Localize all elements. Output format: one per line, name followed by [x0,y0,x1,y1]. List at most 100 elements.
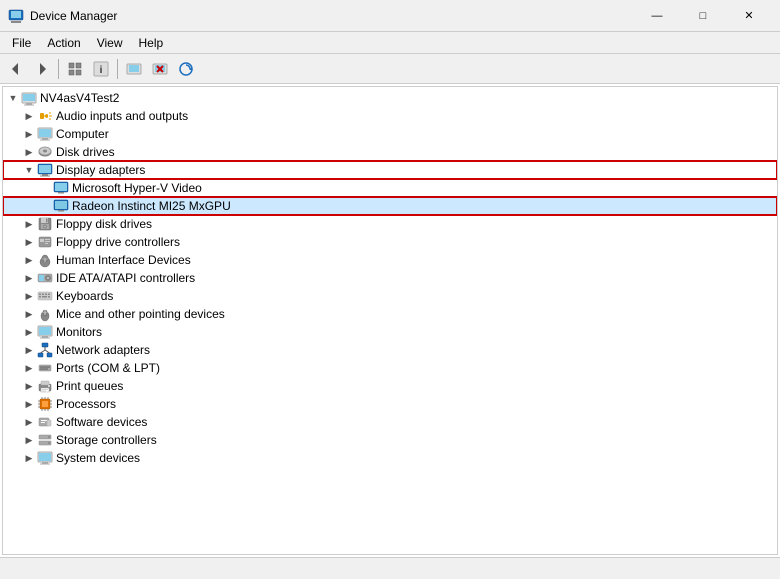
keyboards-label: Keyboards [56,289,113,303]
software-icon [37,414,53,430]
floppy-ctrl-expand-icon[interactable]: ▶ [21,234,37,250]
radeon-label: Radeon Instinct MI25 MxGPU [72,199,231,213]
display-expand-icon[interactable]: ▼ [21,162,37,178]
toolbar-separator-2 [117,59,118,79]
menu-action[interactable]: Action [39,34,88,52]
disk-expand-icon[interactable]: ▶ [21,144,37,160]
toolbar-forward-button[interactable] [30,57,54,81]
network-expand-icon[interactable]: ▶ [21,342,37,358]
tree-floppy-ctrl[interactable]: ▶ Floppy drive controllers [3,233,777,251]
tree-monitors[interactable]: ▶ Monitors [3,323,777,341]
disk-icon [37,144,53,160]
computer-expand-icon[interactable]: ▶ [21,126,37,142]
keyboards-expand-icon[interactable]: ▶ [21,288,37,304]
app-icon [8,8,24,24]
tree-root[interactable]: ▼ NV4asV4Test2 [3,89,777,107]
tree-display[interactable]: ▼ Display adapters [3,161,777,179]
menu-bar: File Action View Help [0,32,780,54]
software-expand-icon[interactable]: ▶ [21,414,37,430]
hyperv-icon [53,180,69,196]
computer-label: Computer [56,127,109,141]
storage-label: Storage controllers [56,433,157,447]
tree-disk[interactable]: ▶ Disk drives [3,143,777,161]
tree-ports[interactable]: ▶ Ports (COM & LPT) [3,359,777,377]
tree-radeon[interactable]: Radeon Instinct MI25 MxGPU [3,197,777,215]
tree-network[interactable]: ▶ Network adapters [3,341,777,359]
tree-software[interactable]: ▶ Software devices [3,413,777,431]
title-bar-text: Device Manager [30,9,634,23]
print-expand-icon[interactable]: ▶ [21,378,37,394]
svg-text:i: i [100,65,103,76]
system-expand-icon[interactable]: ▶ [21,450,37,466]
close-button[interactable]: ✕ [726,0,772,32]
monitors-label: Monitors [56,325,102,339]
network-icon [37,342,53,358]
floppy-ctrl-icon [37,234,53,250]
tree-mice[interactable]: ▶ Mice and other pointing devices [3,305,777,323]
root-label: NV4asV4Test2 [40,91,119,105]
floppy-disk-icon [37,216,53,232]
maximize-button[interactable]: □ [680,0,726,32]
hid-label: Human Interface Devices [56,253,191,267]
audio-icon [37,108,53,124]
menu-help[interactable]: Help [131,34,172,52]
keyboards-icon [37,288,53,304]
toolbar-properties-button[interactable]: i [89,57,113,81]
mice-icon [37,306,53,322]
minimize-button[interactable]: — [634,0,680,32]
tree-floppy-disk[interactable]: ▶ Floppy disk drives [3,215,777,233]
ports-label: Ports (COM & LPT) [56,361,160,375]
hid-icon [37,252,53,268]
tree-hid[interactable]: ▶ Human Interface Devices [3,251,777,269]
monitors-expand-icon[interactable]: ▶ [21,324,37,340]
main-area: ▼ NV4asV4Test2 ▶ [0,84,780,557]
audio-expand-icon[interactable]: ▶ [21,108,37,124]
toolbar-separator-1 [58,59,59,79]
root-expand-icon[interactable]: ▼ [5,90,21,106]
computer-icon [37,126,53,142]
system-icon [37,450,53,466]
hid-expand-icon[interactable]: ▶ [21,252,37,268]
ports-expand-icon[interactable]: ▶ [21,360,37,376]
mice-expand-icon[interactable]: ▶ [21,306,37,322]
tree-hyperv[interactable]: Microsoft Hyper-V Video [3,179,777,197]
menu-view[interactable]: View [89,34,131,52]
print-label: Print queues [56,379,123,393]
tree-print[interactable]: ▶ Print queues [3,377,777,395]
menu-file[interactable]: File [4,34,39,52]
mice-label: Mice and other pointing devices [56,307,225,321]
root-icon [21,90,37,106]
tree-audio[interactable]: ▶ Audio inputs and outputs [3,107,777,125]
processors-expand-icon[interactable]: ▶ [21,396,37,412]
processors-label: Processors [56,397,116,411]
status-bar [0,557,780,579]
display-label: Display adapters [56,163,145,177]
tree-ide[interactable]: ▶ IDE ATA/ATAPI controllers [3,269,777,287]
software-label: Software devices [56,415,147,429]
toolbar-update-button[interactable] [122,57,146,81]
toolbar-scan-button[interactable] [174,57,198,81]
print-icon [37,378,53,394]
title-bar: Device Manager — □ ✕ [0,0,780,32]
floppy-ctrl-label: Floppy drive controllers [56,235,180,249]
tree-computer[interactable]: ▶ Computer [3,125,777,143]
storage-expand-icon[interactable]: ▶ [21,432,37,448]
toolbar: i [0,54,780,84]
tree-keyboards[interactable]: ▶ Keyboards [3,287,777,305]
disk-label: Disk drives [56,145,115,159]
floppy-disk-expand-icon[interactable]: ▶ [21,216,37,232]
floppy-disk-label: Floppy disk drives [56,217,152,231]
tree-processors[interactable]: ▶ Proces [3,395,777,413]
hyperv-label: Microsoft Hyper-V Video [72,181,202,195]
toolbar-back-button[interactable] [4,57,28,81]
network-label: Network adapters [56,343,150,357]
ide-expand-icon[interactable]: ▶ [21,270,37,286]
processors-icon [37,396,53,412]
ports-icon [37,360,53,376]
system-label: System devices [56,451,140,465]
toolbar-show-button[interactable] [63,57,87,81]
tree-system[interactable]: ▶ System devices [3,449,777,467]
tree-storage[interactable]: ▶ Storage controllers [3,431,777,449]
device-tree[interactable]: ▼ NV4asV4Test2 ▶ [2,86,778,555]
toolbar-uninstall-button[interactable] [148,57,172,81]
